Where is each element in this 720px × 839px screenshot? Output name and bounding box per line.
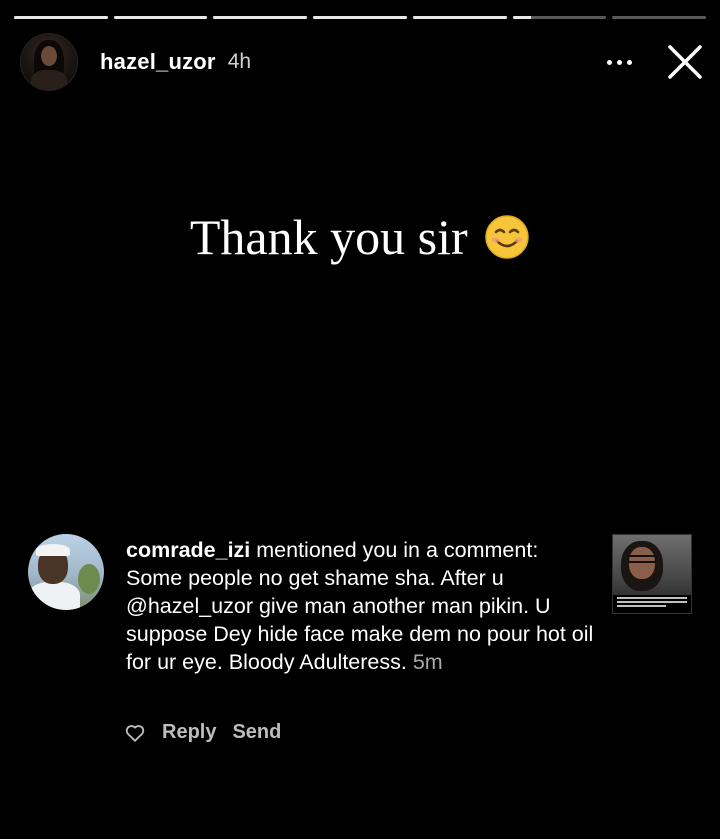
heart-outline-icon[interactable] [124, 722, 146, 744]
reply-button[interactable]: Reply [162, 721, 216, 744]
story-caption: Thank you sir [0, 208, 720, 266]
post-thumbnail[interactable] [612, 534, 692, 614]
progress-bar-5 [412, 16, 507, 19]
commenter-avatar[interactable] [28, 534, 104, 610]
story-progress-bars [14, 16, 707, 19]
story-timestamp: 4h [227, 50, 252, 73]
progress-bar-7 [612, 16, 707, 19]
send-button[interactable]: Send [232, 721, 281, 744]
progress-bar-4 [313, 16, 407, 19]
commenter-username[interactable]: comrade_izi [126, 538, 250, 562]
progress-bar-1 [14, 16, 108, 19]
notification-text: comrade_izi mentioned you in a comment: … [126, 536, 596, 676]
avatar[interactable] [20, 33, 78, 91]
more-horizontal-icon[interactable] [607, 59, 632, 65]
notification-time: 5m [412, 650, 443, 674]
progress-bar-3 [213, 16, 308, 19]
story-username[interactable]: hazel_uzor [100, 49, 216, 75]
notification-actions: Reply Send [124, 721, 281, 744]
close-icon[interactable] [666, 43, 704, 81]
story-text: Thank you sir [189, 209, 468, 265]
progress-bar-6 [512, 16, 607, 19]
progress-bar-2 [113, 16, 208, 19]
story-header: hazel_uzor 4h [20, 33, 704, 91]
smiling-face-icon [485, 215, 529, 259]
